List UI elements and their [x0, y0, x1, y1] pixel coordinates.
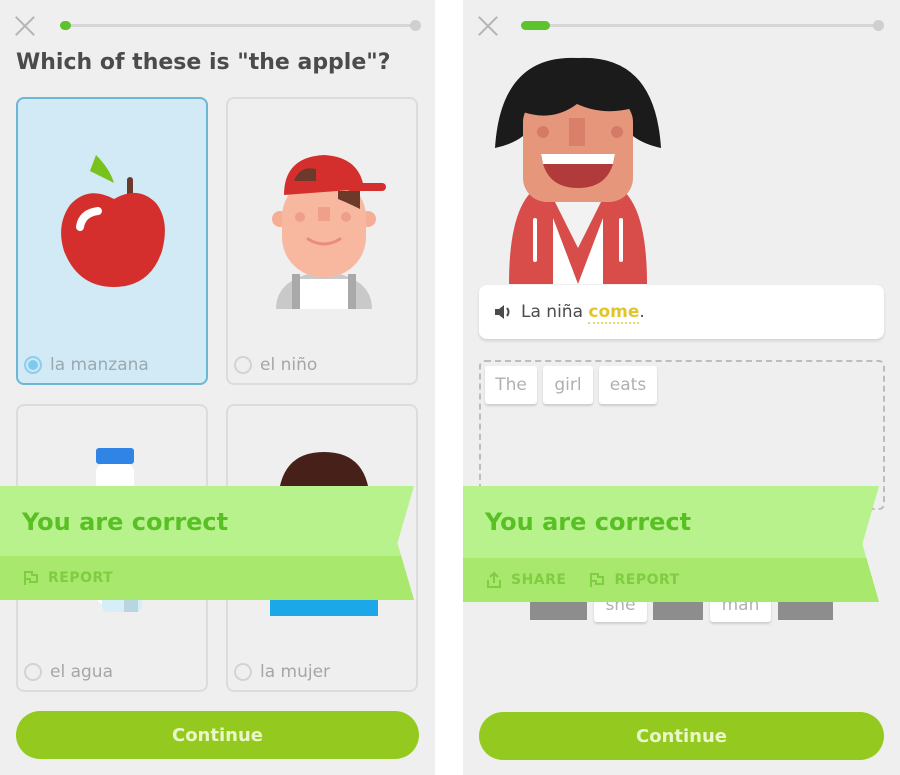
progress-end-dot	[410, 20, 421, 31]
radio-button[interactable]	[24, 663, 42, 681]
option-card-el-nino[interactable]: el niño	[226, 97, 418, 385]
boy-image	[272, 155, 386, 309]
report-button[interactable]: REPORT	[22, 569, 113, 587]
answer-tile[interactable]: eats	[599, 366, 657, 404]
share-icon	[487, 571, 501, 588]
progress-bar	[60, 20, 421, 31]
correct-message: You are correct	[485, 508, 692, 536]
progress-fill	[60, 21, 71, 30]
close-icon[interactable]	[14, 15, 36, 37]
question-title: Which of these is "the apple"?	[16, 50, 391, 75]
apple-image	[61, 155, 165, 287]
continue-button[interactable]: Continue	[479, 712, 884, 760]
select-image-exercise-screen: Which of these is "the apple"? la manzan…	[0, 0, 435, 775]
answer-tile[interactable]: The	[485, 366, 537, 404]
close-icon[interactable]	[477, 15, 499, 37]
progress-fill	[521, 21, 550, 30]
speaker-icon[interactable]	[493, 303, 513, 321]
radio-button[interactable]	[234, 663, 252, 681]
option-label: el niño	[260, 355, 318, 375]
progress-bar	[521, 20, 884, 31]
report-button[interactable]: REPORT	[588, 571, 679, 589]
sentence-text: La niña	[521, 302, 589, 322]
feedback-banner: You are correct REPORT	[0, 486, 414, 600]
sentence-prompt: La niña come.	[479, 285, 884, 339]
option-label: la mujer	[260, 662, 331, 682]
feedback-banner: You are correct SHARE REPORT	[463, 486, 879, 602]
option-card-la-manzana[interactable]: la manzana	[16, 97, 208, 385]
option-label: la manzana	[50, 355, 149, 375]
radio-button[interactable]	[24, 356, 42, 374]
flag-icon	[590, 573, 605, 587]
progress-end-dot	[873, 20, 884, 31]
radio-button[interactable]	[234, 356, 252, 374]
translate-exercise-screen: La niña come. The girl eats she man You …	[463, 0, 900, 775]
hint-word[interactable]: come	[588, 302, 640, 324]
flag-icon	[24, 571, 38, 585]
girl-character-image	[495, 57, 661, 284]
share-button[interactable]: SHARE	[485, 571, 566, 589]
continue-button[interactable]: Continue	[16, 711, 419, 759]
answer-tile[interactable]: girl	[543, 366, 593, 404]
correct-message: You are correct	[22, 508, 229, 536]
option-label: el agua	[50, 662, 113, 682]
